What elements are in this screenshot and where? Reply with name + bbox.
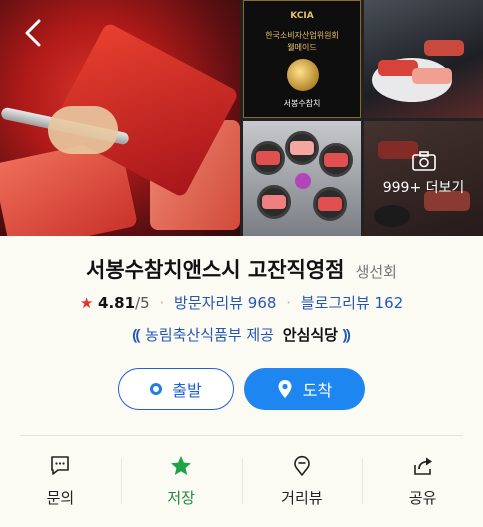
award-title-text: 웰메이드 (287, 43, 317, 52)
separator-dot: · (286, 294, 291, 312)
blog-reviews-link[interactable]: 블로그리뷰 162 (301, 294, 403, 312)
visitor-reviews-link[interactable]: 방문자리뷰 968 (174, 294, 276, 312)
inquiry-label: 문의 (46, 489, 75, 507)
rating-value: 4.81 (98, 294, 136, 312)
tuna-slice (324, 153, 348, 167)
tuna-slice (262, 195, 286, 209)
laurel-left-icon: ⸨ (132, 326, 141, 344)
chat-icon (51, 456, 70, 475)
rating-row: ★ 4.81/5 · 방문자리뷰 968 · 블로그리뷰 162 (0, 292, 483, 313)
photo-thumb-award[interactable]: KCIA 한국소비자산업위원회 웰메이드 서봉수참치 (243, 0, 361, 118)
save-action[interactable]: 저장 (120, 436, 242, 527)
photo-thumb-sashimi[interactable] (364, 0, 483, 118)
main-photo[interactable] (0, 0, 240, 236)
place-name: 서봉수참치앤스시 고잔직영점 (86, 258, 345, 282)
certification-prefix: 농림축산식품부 제공 (145, 326, 274, 344)
place-info-panel: 서봉수참치앤스시 고잔직영점 생선회 ★ 4.81/5 · 방문자리뷰 968 … (0, 236, 483, 527)
street-view-icon (294, 455, 310, 476)
tuna-slice (424, 40, 464, 56)
street-view-action[interactable]: 거리뷰 (241, 436, 363, 527)
tuna-slice (318, 197, 342, 211)
star-icon (171, 456, 192, 475)
tuna-fat (48, 106, 118, 154)
laurel-right-icon: ⸩ (342, 326, 351, 344)
photo-thumb-platter[interactable] (243, 121, 361, 236)
inquiry-action[interactable]: 문의 (0, 436, 121, 527)
award-brand-text: 서봉수참치 (283, 99, 321, 108)
origin-dot-icon (150, 383, 163, 395)
award-logo-text: KCIA (290, 11, 314, 21)
camera-icon (412, 151, 436, 171)
share-action[interactable]: 공유 (362, 436, 483, 527)
location-pin-icon (278, 380, 292, 398)
rating-star-icon: ★ (79, 294, 94, 312)
more-photos-label[interactable]: 999+ 더보기 (364, 177, 483, 197)
tuna-slice (256, 151, 280, 165)
save-label: 저장 (167, 489, 195, 507)
flower-garnish (295, 173, 311, 189)
depart-button[interactable]: 출발 (118, 368, 234, 410)
depart-button-label: 출발 (172, 381, 202, 400)
rating-max: /5 (135, 294, 150, 312)
place-category: 생선회 (355, 263, 397, 281)
award-medal-icon (287, 59, 319, 91)
separator-dot: · (159, 294, 165, 312)
arrive-button[interactable]: 도착 (244, 368, 365, 410)
share-label: 공유 (408, 489, 437, 507)
photo-thumb-more[interactable]: 999+ 더보기 (364, 121, 483, 236)
street-view-label: 거리뷰 (281, 489, 323, 507)
tuna-slice (290, 141, 314, 155)
certification-name: 안심식당 (282, 326, 338, 344)
share-icon (413, 457, 432, 475)
arrive-button-label: 도착 (302, 381, 333, 400)
certification-row: ⸨ 농림축산식품부 제공 안심식당 ⸩ (0, 324, 483, 345)
photo-gallery: KCIA 한국소비자산업위원회 웰메이드 서봉수참치 999+ 더보기 (0, 0, 483, 236)
action-bar: 문의 저장 거리뷰 공유 (0, 436, 483, 527)
back-chevron-icon[interactable] (20, 18, 48, 48)
award-org-text: 한국소비자산업위원회 (265, 31, 339, 40)
title-row: 서봉수참치앤스시 고잔직영점 생선회 (0, 254, 483, 284)
tuna-slice (412, 68, 452, 84)
